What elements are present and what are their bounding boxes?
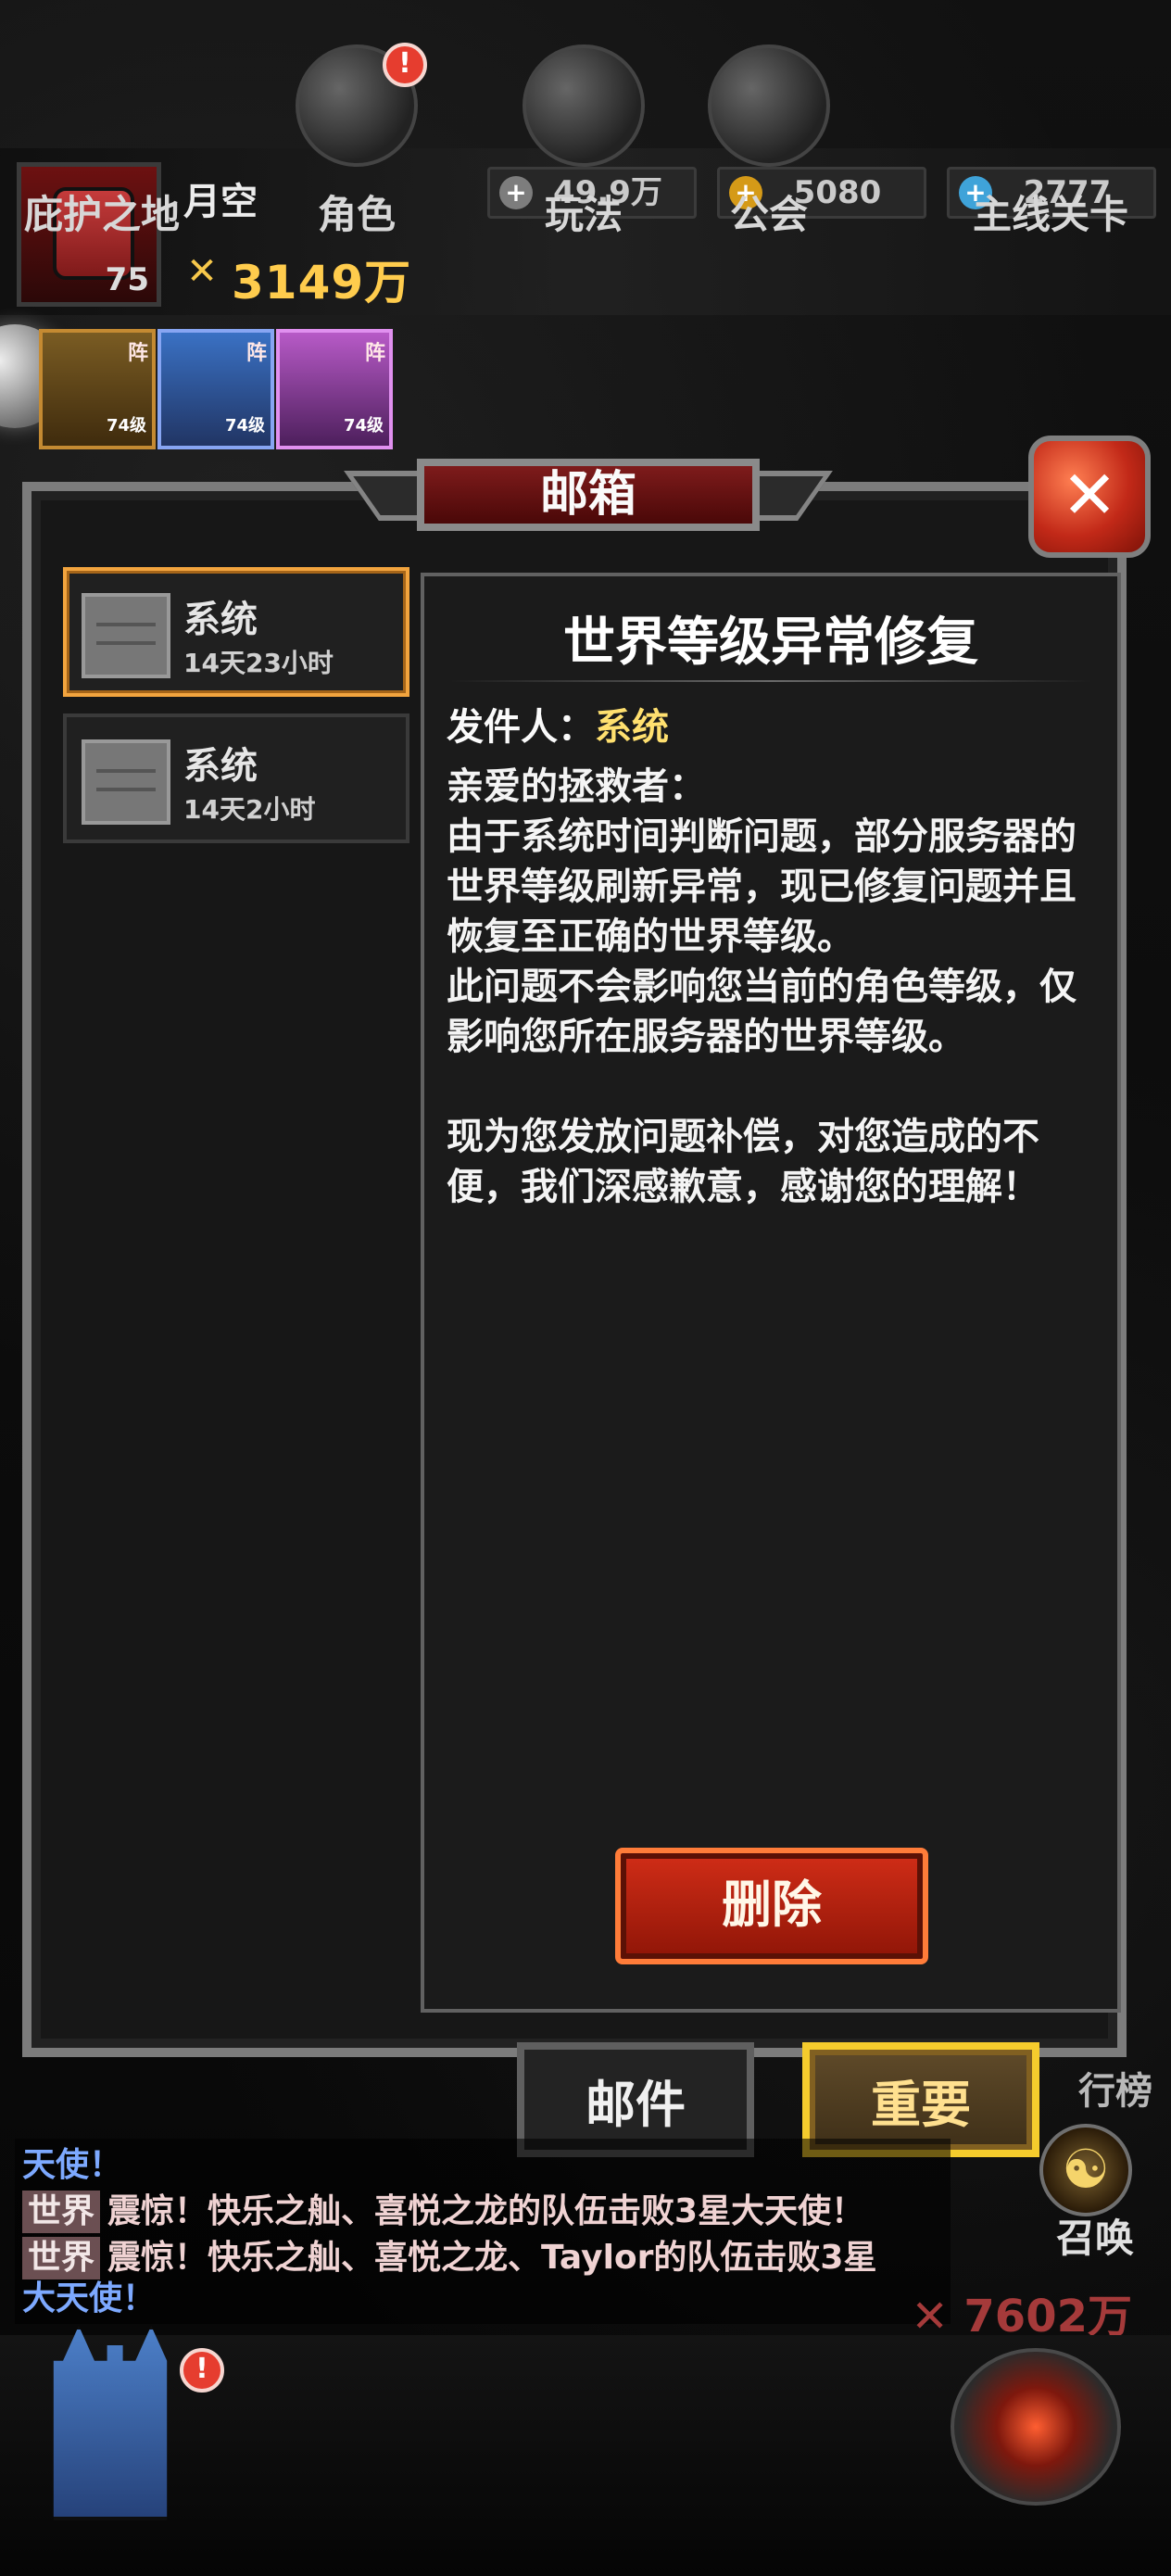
mail-item-system-2[interactable]: 系统 14天2小时 <box>63 713 409 843</box>
mail-body: 亲爱的拯救者： 由于系统时间判断问题，部分服务器的世界等级刷新异常，现已修复问题… <box>447 765 1077 1208</box>
mailbox-title-plate: 邮箱 <box>344 417 833 556</box>
game-screen: 75 月空 ✕ 3149万 + 49.9万 + 5080 + 2777 阵 74… <box>0 0 1171 2576</box>
nav-label-main-stage: 主线关卡 <box>972 192 1128 237</box>
sender-label: 发件人： <box>447 706 595 749</box>
mail-sender-line: 发件人：系统 <box>447 697 669 751</box>
chat-line-3: 世界 震惊！快乐之舢、喜悦之龙、Taylor的队伍击败3星 <box>22 2237 876 2279</box>
close-icon: ✕ <box>1061 456 1118 534</box>
player-level: 75 <box>105 261 149 298</box>
chat-line-4: 大天使！ <box>22 2279 157 2317</box>
lineup-card-2[interactable]: 阵 74级 <box>157 329 274 449</box>
player-power: 3149万 <box>232 256 412 309</box>
delete-button[interactable]: 删除 <box>615 1848 928 1964</box>
lineup-level: 74级 <box>224 416 265 436</box>
mail-title: 世界等级异常修复 <box>563 612 978 673</box>
character-alert-icon: ! <box>383 43 427 87</box>
chat-line-2: 世界 震惊！快乐之舢、喜悦之龙的队伍击败3星大天使！ <box>22 2191 864 2233</box>
mail-list: 系统 14天23小时 系统 14天2小时 <box>63 567 411 2013</box>
main-stage-icon[interactable] <box>951 2348 1121 2506</box>
nav-label-guild: 公会 <box>729 192 808 237</box>
chat-box[interactable]: 天使！ 世界 震惊！快乐之舢、喜悦之龙的队伍击败3星大天使！ 世界 震惊！快乐之舢、… <box>15 2139 951 2324</box>
lineup-card-1[interactable]: 阵 74级 <box>39 329 156 449</box>
lineup-level: 74级 <box>106 416 146 436</box>
rank-label[interactable]: 行榜 <box>1078 2061 1152 2115</box>
summon-icon[interactable]: ☯ <box>1039 2124 1132 2216</box>
chat-line-1: 天使！ <box>22 2146 123 2184</box>
chat-channel: 世界 <box>22 2191 101 2233</box>
mail-sender: 系统 <box>183 599 258 641</box>
sanctuary-alert-icon: ! <box>180 2348 224 2393</box>
close-button[interactable]: ✕ <box>1028 436 1151 558</box>
mailbox-title: 邮箱 <box>539 467 636 523</box>
lineup-tag: 阵 <box>364 342 385 365</box>
mail-time: 14天2小时 <box>183 794 316 825</box>
chat-text: 震惊！快乐之舢、喜悦之龙的队伍击败3星大天使！ <box>107 2192 865 2230</box>
mail-sender: 系统 <box>183 745 258 788</box>
guild-icon <box>708 44 830 167</box>
nav-main-stage[interactable]: 主线关卡 <box>949 0 1152 241</box>
chat-channel: 世界 <box>22 2237 101 2279</box>
nav-gameplay[interactable]: 玩法 <box>482 0 686 241</box>
mail-item-system-1[interactable]: 系统 14天23小时 <box>63 567 409 697</box>
title-divider <box>450 680 1091 682</box>
lineup-tag: 阵 <box>127 342 148 365</box>
chat-text: 震惊！快乐之舢、喜悦之龙、Taylor的队伍击败3星 <box>107 2239 877 2277</box>
lineup-tag: 阵 <box>246 342 267 365</box>
skull-icon <box>523 44 645 167</box>
summon-label[interactable]: 召唤 <box>1056 2207 1134 2264</box>
nav-label-character: 角色 <box>317 192 396 237</box>
nav-guild[interactable]: 公会 <box>667 0 871 241</box>
nav-label-gameplay: 玩法 <box>544 192 623 237</box>
nav-label-sanctuary: 庇护之地 <box>23 192 180 237</box>
mail-time: 14天23小时 <box>183 648 334 678</box>
mail-envelope-icon <box>82 739 170 825</box>
sender-name: 系统 <box>595 706 669 749</box>
mail-content-panel: 世界等级异常修复 发件人：系统 亲爱的拯救者： 由于系统时间判断问题，部分服务器… <box>421 573 1121 2013</box>
nav-character[interactable]: ! 角色 <box>255 0 459 241</box>
mail-envelope-icon <box>82 593 170 678</box>
nav-sanctuary[interactable]: 庇护之地 <box>0 0 204 241</box>
